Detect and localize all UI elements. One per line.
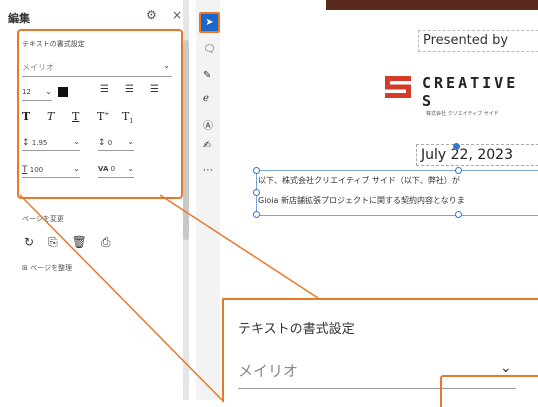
chevron-down-icon: ⌄ (500, 360, 512, 376)
zoom-font-value: メイリオ (238, 362, 299, 380)
zoom-title: テキストの書式設定 (238, 322, 355, 337)
zoom-inner-highlight (440, 375, 538, 407)
